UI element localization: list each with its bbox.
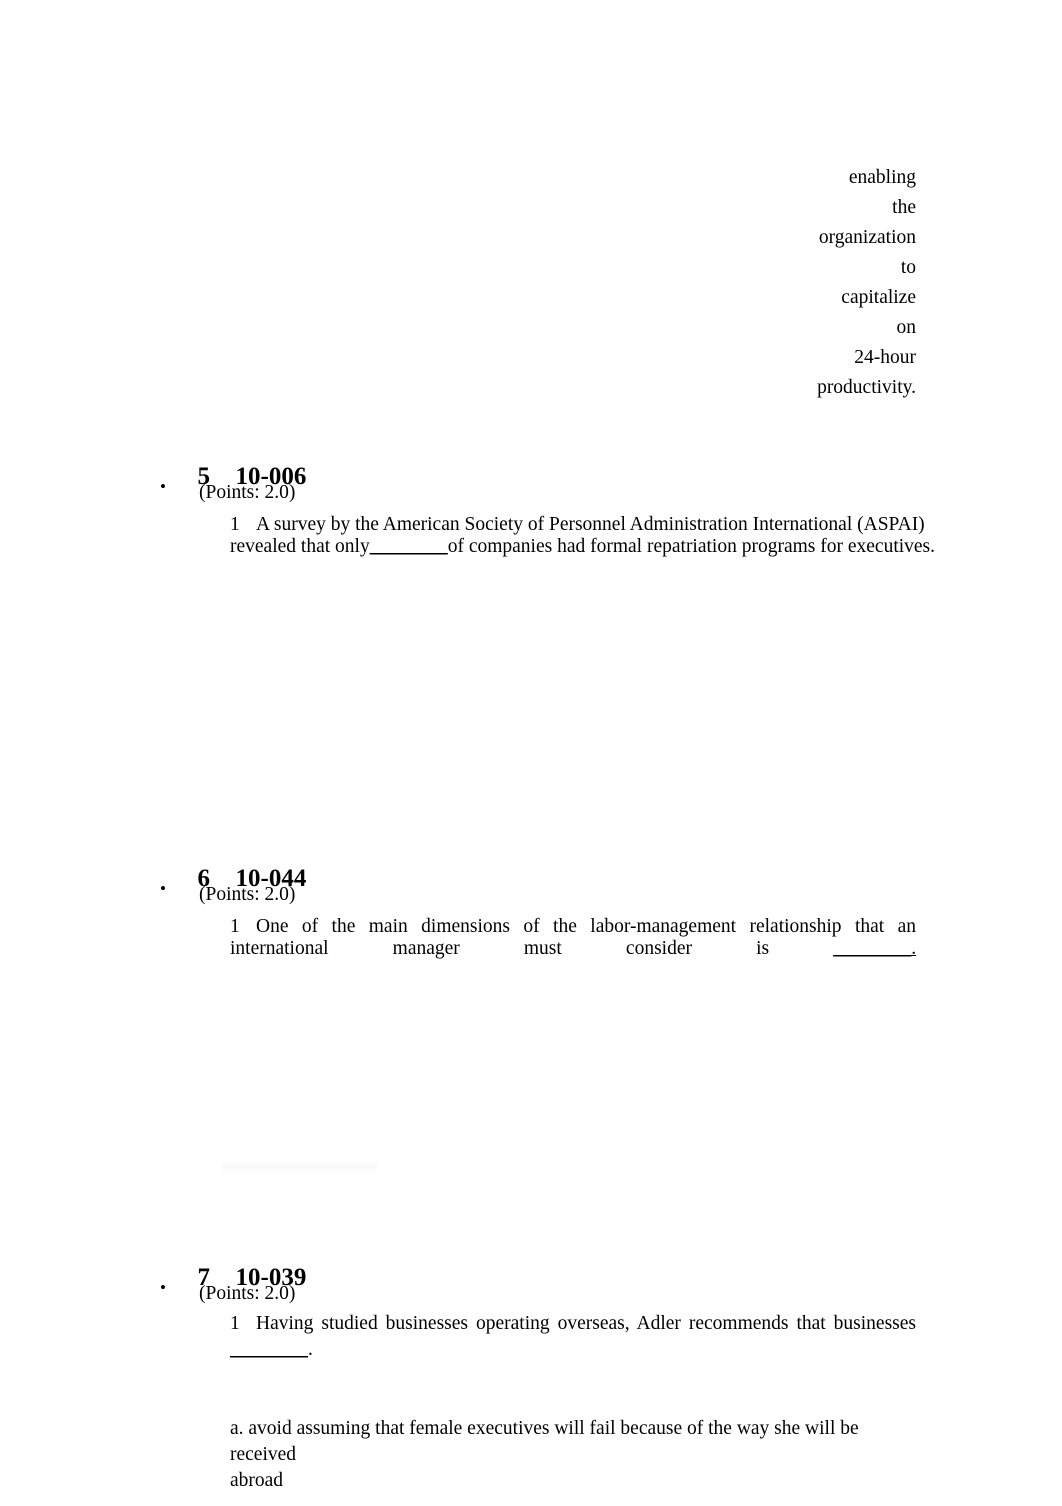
question-block-6: 6 10-044 • (Points: 2.0) 1 One of the main…: [0, 834, 1062, 994]
question-points-6: (Points: 2.0): [199, 884, 296, 905]
bullet-icon: •: [160, 477, 166, 496]
question-body-5: 1 A survey by the American Society of Per…: [230, 514, 935, 558]
continuation-word-0: enabling: [848, 167, 916, 188]
question-word-1: manager: [392, 938, 460, 959]
continuation-word-6: 24-hour: [854, 347, 916, 368]
question-body-7: 1 Having studied businesses operating ove…: [230, 1311, 916, 1363]
question-text-post: of companies had formal repatriation pro…: [447, 536, 936, 557]
answer-option-a-line-2: abroad: [230, 1470, 284, 1491]
question-text-line-1: One of the main dimensions of the labor-…: [256, 916, 916, 937]
continuation-word-4: capitalize: [841, 287, 916, 308]
continuation-word-2: organization: [818, 227, 916, 248]
question-text-pre: revealed that only: [230, 536, 370, 557]
question-line-1: 1 One of the main dimensions of the labor…: [230, 916, 916, 938]
question-word-3: consider: [625, 938, 692, 959]
question-line-1: 1 A survey by the American Society of Per…: [230, 514, 925, 536]
question-block-7: 7 10-039 • (Points: 2.0) 1 Having studied …: [0, 1233, 1062, 1491]
question-word-2: must: [523, 938, 562, 959]
continuation-word-3: to: [900, 257, 916, 278]
fill-in-blank[interactable]: ________: [230, 1339, 308, 1360]
question-item-marker: 1: [230, 514, 240, 535]
fill-in-blank[interactable]: ________.: [833, 938, 916, 959]
question-word-0: international: [230, 938, 329, 959]
question-text-line-1: Having studied businesses operating over…: [256, 1313, 916, 1334]
continuation-word-5: on: [896, 317, 917, 338]
continuation-text-line: enabling the organization to capitalize …: [230, 133, 916, 433]
answer-option-a-line-1: a. avoid assuming that female executives…: [230, 1418, 859, 1465]
question-heading-6: 6 10-044: [160, 834, 307, 924]
question-word-4: is: [756, 938, 770, 959]
bullet-icon: •: [160, 1278, 166, 1297]
question-block-5: 5 10-006 • (Points: 2.0) 1 A survey by the…: [0, 432, 1062, 592]
continuation-word-1: the: [892, 197, 916, 218]
fill-in-blank[interactable]: ________: [370, 536, 448, 557]
bullet-icon: •: [160, 879, 166, 898]
question-points-5: (Points: 2.0): [199, 482, 296, 503]
answer-option-a[interactable]: a. avoid assuming that female executives…: [230, 1416, 920, 1494]
question-line-2: revealed that only________of companies h…: [230, 536, 935, 558]
question-line-1: 1 Having studied businesses operating ove…: [230, 1311, 916, 1337]
question-heading-7: 7 10-039: [160, 1233, 307, 1323]
continuation-word-7: productivity.: [817, 377, 916, 398]
question-line-2: ________.: [230, 1337, 916, 1363]
question-item-marker: 1: [230, 916, 240, 937]
question-text-post: .: [308, 1339, 313, 1360]
document-page: enabling the organization to capitalize …: [0, 0, 1062, 1506]
question-item-marker: 1: [230, 1313, 240, 1334]
question-heading-5: 5 10-006: [160, 432, 307, 522]
question-text-line-1: A survey by the American Society of Pers…: [256, 514, 925, 535]
question-body-6: 1 One of the main dimensions of the labor…: [230, 916, 916, 960]
question-line-2: international manager must consider is _…: [230, 938, 916, 960]
question-points-7: (Points: 2.0): [199, 1283, 296, 1304]
scan-artifact-smudge: [222, 1158, 377, 1172]
